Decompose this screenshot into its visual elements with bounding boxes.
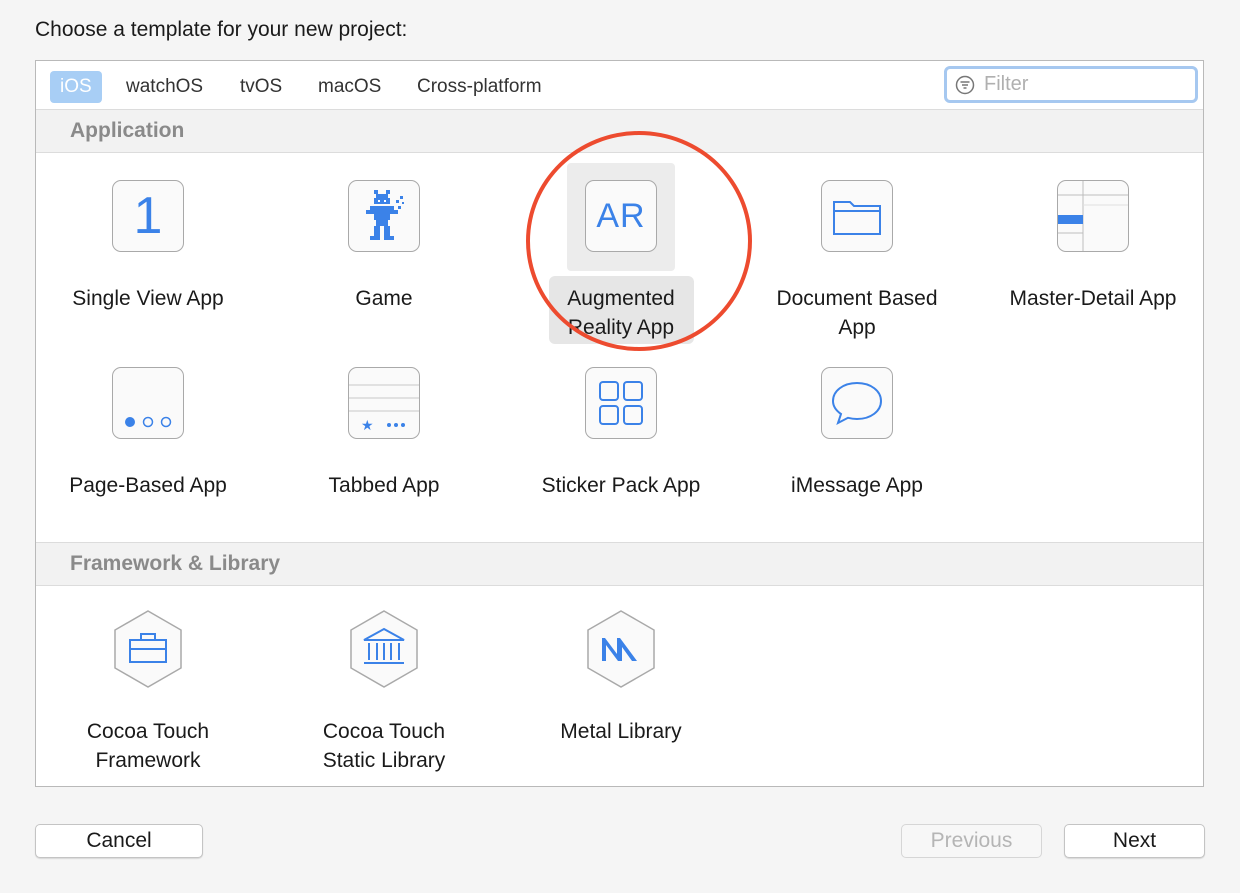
tab-macos[interactable]: macOS (318, 71, 381, 103)
folder-icon (821, 180, 893, 252)
single-view-icon: 1 (112, 180, 184, 252)
toolbox-icon (108, 609, 188, 689)
speech-bubble-icon (821, 367, 893, 439)
template-metal-library[interactable]: Metal Library (503, 609, 739, 746)
template-augmented-reality-app[interactable]: AR Augmented Reality App (503, 180, 739, 342)
svg-text:★: ★ (361, 418, 374, 434)
game-sprite-graphic (366, 190, 404, 240)
template-label: Game (355, 287, 413, 310)
filter-icon (955, 75, 975, 94)
tab-cross-platform[interactable]: Cross-platform (417, 71, 542, 103)
template-label: iMessage App (791, 474, 923, 497)
platform-tab-bar: iOS watchOS tvOS macOS Cross-platform (36, 61, 1203, 109)
page-based-icon (112, 367, 184, 439)
template-game[interactable]: Game (266, 180, 502, 313)
template-tabbed-app[interactable]: ★ Tabbed App (266, 367, 502, 500)
template-label: Augmented Reality App (567, 287, 675, 339)
dialog-prompt: Choose a template for your new project: (35, 18, 408, 41)
template-label: Tabbed App (328, 474, 440, 497)
tab-ios[interactable]: iOS (50, 71, 102, 103)
game-icon (348, 180, 420, 252)
template-label: Master-Detail App (1009, 287, 1177, 310)
previous-button[interactable]: Previous (901, 824, 1042, 858)
template-imessage-app[interactable]: iMessage App (739, 367, 975, 500)
template-label: Page-Based App (69, 474, 227, 497)
template-label: Single View App (72, 287, 224, 310)
filter-field[interactable] (944, 66, 1198, 103)
template-cocoa-touch-static-library[interactable]: Cocoa Touch Static Library (266, 609, 502, 775)
next-button[interactable]: Next (1064, 824, 1205, 858)
tab-tvos[interactable]: tvOS (240, 71, 282, 103)
section-header-framework-library: Framework & Library (36, 542, 1203, 586)
template-cocoa-touch-framework[interactable]: Cocoa Touch Framework (30, 609, 266, 775)
section-header-application: Application (36, 109, 1203, 153)
template-label: Sticker Pack App (541, 474, 701, 497)
template-label: Document Based App (776, 287, 938, 339)
template-label: Cocoa Touch Framework (86, 720, 210, 772)
template-sticker-pack-app[interactable]: Sticker Pack App (503, 367, 739, 500)
template-label: Cocoa Touch Static Library (322, 720, 446, 772)
template-label: Metal Library (560, 720, 682, 743)
template-master-detail-app[interactable]: Master-Detail App (975, 180, 1211, 313)
ar-icon: AR (585, 180, 657, 252)
tabbed-icon: ★ (348, 367, 420, 439)
metal-icon (581, 609, 661, 689)
template-panel: iOS watchOS tvOS macOS Cross-platform Ap… (35, 60, 1204, 787)
template-page-based-app[interactable]: Page-Based App (30, 367, 266, 500)
tab-watchos[interactable]: watchOS (126, 71, 203, 103)
master-detail-icon (1057, 180, 1129, 252)
sticker-grid-icon (585, 367, 657, 439)
template-document-based-app[interactable]: Document Based App (739, 180, 975, 342)
library-building-icon (344, 609, 424, 689)
template-single-view-app[interactable]: 1 Single View App (30, 180, 266, 313)
cancel-button[interactable]: Cancel (35, 824, 203, 858)
filter-input[interactable] (982, 72, 1186, 97)
